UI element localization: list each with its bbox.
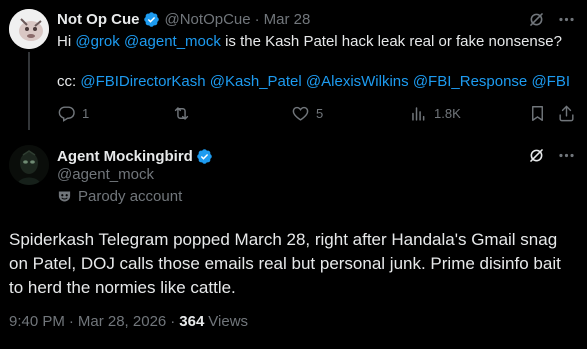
reply-text-hi: Hi (57, 33, 72, 50)
reply-tweet-header: Not Op Cue @NotOpCue · Mar 28 (57, 9, 310, 29)
mention-link[interactable]: @FBIDirectorKash (80, 73, 205, 90)
views-action-button[interactable]: 1.8K (409, 104, 461, 123)
meta-separator: · (170, 313, 176, 330)
main-author-avatar[interactable] (9, 145, 49, 185)
reply-count: 1 (82, 106, 90, 121)
reply-icon (58, 106, 75, 122)
grok-icon (530, 13, 543, 26)
main-author-name[interactable]: Agent Mockingbird (57, 148, 193, 165)
views-label: Views (208, 313, 249, 330)
main-tweet-header: Agent Mockingbird (57, 146, 213, 166)
reply-text-line-2: cc: @FBIDirectorKash @Kash_Patel @Alexis… (57, 72, 577, 92)
main-tweet-meta: 9:40 PM · Mar 28, 2026 · 364 Views (9, 313, 248, 330)
mention-link[interactable]: @Kash_Patel (210, 73, 302, 90)
avatar-image-icon (9, 145, 49, 185)
views-icon (412, 107, 425, 121)
main-more-button[interactable] (557, 146, 576, 165)
retweet-action-button[interactable] (172, 104, 197, 123)
reply-text-cc: cc: (57, 73, 77, 90)
reply-tweet-text: Hi @grok @agent_mock is the Kash Patel h… (57, 32, 577, 92)
mention-link[interactable]: @AlexisWilkins (306, 73, 409, 90)
mention-link[interactable]: @FBI (531, 73, 570, 90)
avatar-image-icon (9, 9, 49, 49)
reply-text-question: is the Kash Patel hack leak real or fake… (225, 33, 562, 50)
views-count: 1.8K (434, 106, 461, 121)
views-count: 364 (179, 313, 205, 330)
grok-button[interactable] (527, 146, 546, 165)
mention-agent-link[interactable]: @agent_mock (124, 33, 221, 50)
like-count: 5 (316, 106, 324, 121)
thread-connector-line (28, 52, 30, 130)
verified-badge-icon (143, 11, 159, 27)
grok-icon (530, 149, 543, 162)
parody-mask-icon (58, 191, 71, 202)
reply-author-avatar[interactable] (9, 9, 49, 49)
mention-link[interactable]: @FBI_Response (413, 73, 527, 90)
main-tweet-text: Spiderkash Telegram popped March 28, rig… (9, 230, 561, 297)
reply-author-name[interactable]: Not Op Cue (57, 11, 140, 28)
reply-date[interactable]: Mar 28 (264, 11, 311, 28)
more-icon (559, 153, 574, 158)
header-separator: · (254, 10, 260, 28)
like-action-button[interactable]: 5 (291, 104, 323, 123)
share-icon (559, 105, 574, 122)
reply-action-button[interactable]: 1 (57, 104, 89, 123)
main-author-handle[interactable]: @agent_mock (57, 166, 154, 183)
share-button[interactable] (557, 104, 576, 123)
reply-text-line-1: Hi @grok @agent_mock is the Kash Patel h… (57, 32, 577, 52)
like-icon (292, 106, 309, 121)
more-icon (559, 17, 574, 22)
parody-label-text: Parody account (78, 188, 183, 205)
reply-more-button[interactable] (557, 10, 576, 29)
reply-author-handle[interactable]: @NotOpCue (165, 11, 251, 28)
tweet-date[interactable]: Mar 28, 2026 (78, 313, 166, 330)
retweet-icon (174, 107, 189, 120)
parody-account-label: Parody account (57, 188, 182, 205)
mention-grok-link[interactable]: @grok (75, 33, 119, 50)
meta-separator: · (68, 313, 74, 330)
bookmark-icon (532, 106, 543, 121)
bookmark-button[interactable] (528, 104, 547, 123)
grok-button[interactable] (527, 10, 546, 29)
tweet-time[interactable]: 9:40 PM (9, 313, 65, 330)
verified-badge-icon (197, 148, 212, 164)
